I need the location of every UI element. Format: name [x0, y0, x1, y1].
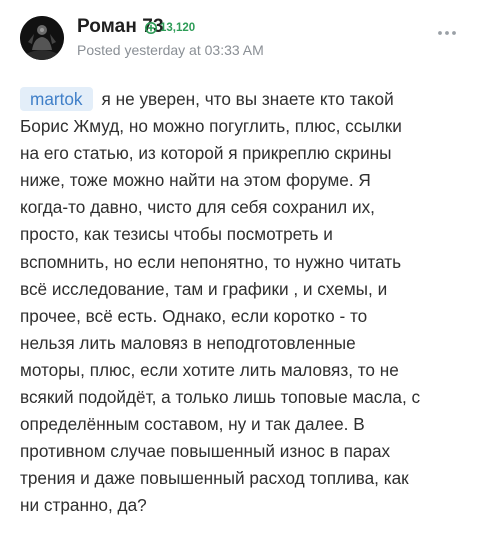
post-line: когда-то давно, чисто для себя сохранил …: [20, 197, 375, 218]
post-line: всё исследование, там и графики , и схем…: [20, 278, 388, 299]
post-line: прочее, всё есть. Однако, если коротко -…: [20, 305, 368, 326]
post-header: Роман 73 Posted yesterday at 03:33 AM 13…: [20, 16, 460, 60]
post-line: противном случае повышенный износ в пара…: [20, 441, 391, 462]
post-line: вспомнить, но если непонятно, то нужно ч…: [20, 251, 402, 272]
post-line: martok я не уверен, что вы знаете кто так…: [20, 86, 462, 113]
post-line: моторы, плюс, если хотите лить маловяз, …: [20, 359, 399, 380]
post-timestamp[interactable]: Posted yesterday at 03:33 AM: [77, 41, 264, 59]
reputation-badge: 13,120: [145, 22, 195, 34]
reputation-plus-icon: [145, 22, 157, 34]
post-line: ниже, тоже можно найти на этом форуме. Я: [20, 170, 371, 191]
reputation-value: 13,120: [160, 22, 196, 34]
post-line: на его статью, из которой я прикреплю ск…: [20, 143, 392, 164]
post-line: ни странно, да?: [20, 495, 147, 516]
post-line: Борис Жмуд, но можно погуглить, плюс, сс…: [20, 116, 402, 137]
post-line: определённым составом, ну и так далее. В: [20, 414, 365, 435]
mention-tag[interactable]: martok: [20, 87, 93, 111]
post-line: просто, как тезисы чтобы посмотреть и: [20, 224, 333, 245]
avatar-image: [20, 16, 64, 60]
post-line: трения и даже повышенный расход топлива,…: [20, 468, 409, 489]
post-line: всякий подойдёт, а только лишь топовые м…: [20, 387, 421, 408]
forum-post: Роман 73 Posted yesterday at 03:33 AM 13…: [0, 0, 480, 534]
more-options-icon[interactable]: [436, 28, 458, 38]
user-avatar[interactable]: [20, 16, 64, 60]
post-line: нельзя лить маловяз в неподготовленные: [20, 332, 356, 353]
post-text: я не уверен, что вы знаете кто такой: [101, 89, 394, 109]
post-body: martok я не уверен, что вы знаете кто так…: [20, 86, 462, 520]
